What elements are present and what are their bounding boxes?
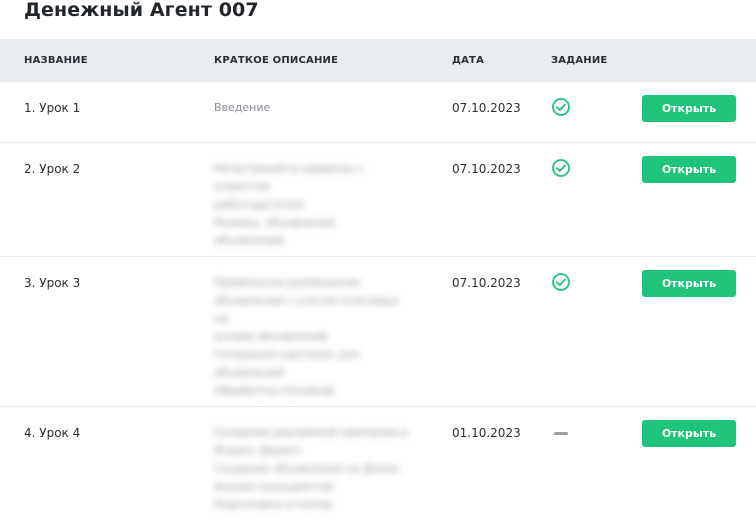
table-row: 2. Урок 2 Регистрация в сервисах с клиен… (0, 143, 756, 257)
column-header-description: КРАТКОЕ ОПИСАНИЕ (214, 55, 339, 66)
open-lesson-button[interactable]: Открыть (642, 95, 736, 122)
lesson-date: 07.10.2023 (452, 162, 521, 176)
lesson-name: 4. Урок 4 (24, 426, 81, 440)
column-header-task: ЗАДАНИЕ (551, 55, 608, 66)
open-lesson-button[interactable]: Открыть (642, 420, 736, 447)
table-row: 4. Урок 4 Создание рекламной кампании в … (0, 407, 756, 530)
open-lesson-button[interactable]: Открыть (642, 270, 736, 297)
lesson-date: 07.10.2023 (452, 101, 521, 115)
check-circle-icon (551, 272, 571, 292)
table-header: НАЗВАНИЕ КРАТКОЕ ОПИСАНИЕ ДАТА ЗАДАНИЕ (0, 39, 756, 82)
lesson-description-blurred: Регистрация в сервисах с клиентом работо… (214, 162, 364, 247)
check-circle-icon (551, 97, 571, 117)
lesson-name: 2. Урок 2 (24, 162, 81, 176)
lesson-name: 1. Урок 1 (24, 101, 81, 115)
lesson-description: Введение (214, 101, 271, 114)
dash-icon (554, 432, 568, 435)
lesson-description-blurred: Правильное размещение объявлений с учето… (214, 276, 400, 397)
check-circle-icon (551, 158, 571, 178)
table-row: 1. Урок 1 Введение 07.10.2023 Открыть (0, 82, 756, 143)
page-title: Денежный Агент 007 (24, 0, 259, 21)
column-header-date: ДАТА (452, 55, 485, 66)
table-row: 3. Урок 3 Правильное размещение объявлен… (0, 257, 756, 407)
lesson-name: 3. Урок 3 (24, 276, 81, 290)
lesson-description-blurred: Создание рекламной кампании в Яндекс Дир… (214, 426, 408, 511)
lesson-date: 07.10.2023 (452, 276, 521, 290)
lesson-date: 01.10.2023 (452, 426, 521, 440)
column-header-name: НАЗВАНИЕ (24, 55, 88, 66)
open-lesson-button[interactable]: Открыть (642, 156, 736, 183)
